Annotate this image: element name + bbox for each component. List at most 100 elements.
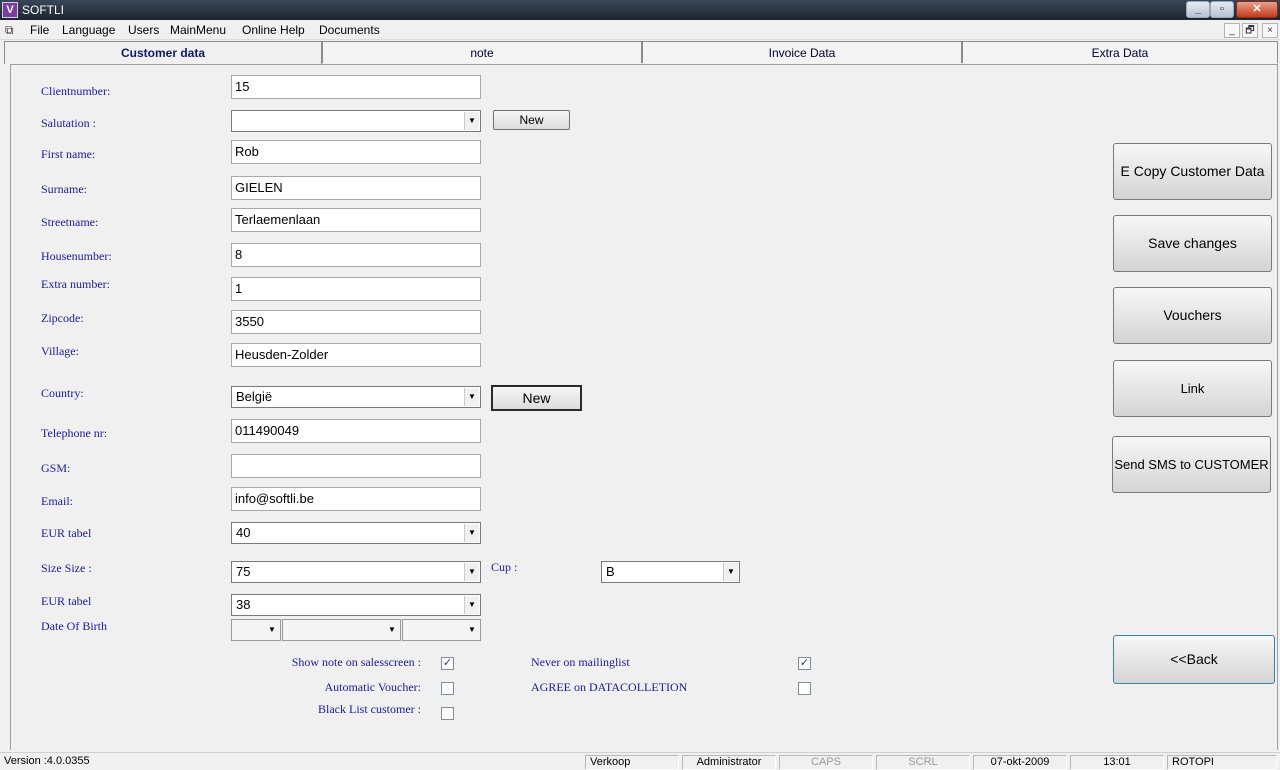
size-value: 75 (236, 564, 251, 579)
extra-number-field[interactable]: 1 (231, 277, 481, 301)
menu-language[interactable]: Language (62, 23, 115, 37)
clientnumber-field[interactable]: 15 (231, 75, 481, 99)
eur-tabel-value: 40 (236, 525, 251, 540)
time-panel: 13:01 (1070, 755, 1164, 770)
email-field[interactable]: info@softli.be (231, 487, 481, 511)
date-panel: 07-okt-2009 (973, 755, 1067, 770)
chevron-down-icon[interactable]: ▼ (464, 596, 479, 614)
close-button[interactable]: ✕ (1236, 1, 1278, 18)
show-note-label: Show note on salesscreen : (291, 655, 421, 669)
housenumber-label: Housenumber: (41, 249, 112, 263)
black-list-checkbox[interactable] (441, 707, 454, 720)
agree-datacollection-checkbox[interactable] (798, 682, 811, 695)
chevron-down-icon[interactable]: ▼ (464, 112, 479, 130)
date-of-birth-label: Date Of Birth (41, 619, 107, 633)
station-panel: ROTOPI (1167, 755, 1277, 770)
never-mailinglist-label: Never on mailinglist (531, 655, 630, 669)
country-select[interactable]: België ▼ (231, 386, 481, 408)
chevron-down-icon: ▼ (468, 625, 476, 634)
cup-value: B (606, 564, 615, 579)
caps-indicator: CAPS (779, 755, 873, 770)
title-bar: V SOFTLI _ ▫ ✕ (0, 0, 1280, 20)
birth-day-select[interactable]: ▼ (231, 619, 281, 641)
automatic-voucher-label: Automatic Voucher: (324, 680, 421, 694)
chevron-down-icon[interactable]: ▼ (464, 563, 479, 581)
tab-invoice-data[interactable]: Invoice Data (642, 41, 962, 63)
first-name-label: First name: (41, 147, 96, 161)
streetname-label: Streetname: (41, 215, 99, 229)
chevron-down-icon: ▼ (388, 625, 396, 634)
back-button[interactable]: <<Back (1113, 635, 1275, 684)
menu-users[interactable]: Users (128, 23, 159, 37)
chevron-down-icon[interactable]: ▼ (723, 563, 738, 581)
tab-extra-data[interactable]: Extra Data (962, 41, 1278, 63)
country-value: België (236, 389, 273, 404)
chevron-down-icon[interactable]: ▼ (464, 388, 479, 406)
country-label: Country: (41, 386, 84, 400)
menu-online-help[interactable]: Online Help (242, 23, 305, 37)
menu-file[interactable]: File (30, 23, 49, 37)
birth-month-select[interactable]: ▼ (282, 619, 401, 641)
surname-label: Surname: (41, 182, 87, 196)
vouchers-button[interactable]: Vouchers (1113, 287, 1272, 344)
chevron-down-icon[interactable]: ▼ (464, 524, 479, 542)
village-label: Village: (41, 344, 79, 358)
status-bar: Version :4.0.0355 Verkoop Administrator … (0, 752, 1280, 770)
salutation-label: Salutation : (41, 116, 96, 130)
never-mailinglist-checkbox[interactable]: ✓ (798, 657, 811, 670)
menu-mainmenu[interactable]: MainMenu (170, 23, 226, 37)
first-name-field[interactable]: Rob (231, 140, 481, 164)
scrl-indicator: SCRL (876, 755, 970, 770)
surname-field[interactable]: GIELEN (231, 176, 481, 200)
minimize-button[interactable]: _ (1186, 1, 1210, 18)
maximize-button[interactable]: ▫ (1210, 1, 1234, 18)
mdi-restore-button[interactable]: 🗗 (1242, 23, 1258, 38)
zipcode-field[interactable]: 3550 (231, 310, 481, 334)
menu-documents[interactable]: Documents (319, 23, 380, 37)
telephone-field[interactable]: 011490049 (231, 419, 481, 443)
mdi-minimize-button[interactable]: _ (1224, 23, 1240, 38)
window-menu-icon[interactable]: ⧉ (5, 23, 21, 37)
eur-tabel-label: EUR tabel (41, 526, 92, 540)
black-list-label: Black List customer : (318, 702, 421, 716)
salutation-select[interactable]: ▼ (231, 110, 481, 132)
link-button[interactable]: Link (1113, 360, 1272, 417)
tab-note[interactable]: note (322, 41, 642, 63)
tab-customer-data[interactable]: Customer data (4, 41, 322, 64)
menu-bar: ⧉ File Language Users MainMenu Online He… (0, 20, 1280, 40)
housenumber-field[interactable]: 8 (231, 243, 481, 267)
cup-select[interactable]: B ▼ (601, 561, 740, 583)
window-title: SOFTLI (22, 3, 65, 17)
gsm-label: GSM: (41, 461, 71, 475)
size-select[interactable]: 75 ▼ (231, 561, 481, 583)
birth-year-select[interactable]: ▼ (402, 619, 481, 641)
eur-tabel-value-2: 38 (236, 597, 251, 612)
eur-tabel-select[interactable]: 40 ▼ (231, 522, 481, 544)
mdi-close-button[interactable]: × (1262, 23, 1278, 38)
show-note-checkbox[interactable]: ✓ (441, 657, 454, 670)
streetname-field[interactable]: Terlaemenlaan (231, 208, 481, 232)
zipcode-label: Zipcode: (41, 311, 84, 325)
clientnumber-label: Clientnumber: (41, 84, 111, 98)
agree-datacollection-label: AGREE on DATACOLLETION (531, 680, 688, 694)
user-panel: Administrator (682, 755, 776, 770)
new-salutation-button[interactable]: New (493, 110, 570, 130)
tab-strip: Customer data note Invoice Data Extra Da… (0, 41, 1280, 64)
customer-data-panel (10, 64, 1278, 750)
village-field[interactable]: Heusden-Zolder (231, 343, 481, 367)
save-changes-button[interactable]: Save changes (1113, 215, 1272, 272)
size-label: Size Size : (41, 561, 92, 575)
eur-tabel-select-2[interactable]: 38 ▼ (231, 594, 481, 616)
gsm-field[interactable] (231, 454, 481, 478)
softli-logo-icon: V (2, 2, 18, 18)
cup-label: Cup : (491, 560, 518, 574)
email-label: Email: (41, 494, 73, 508)
automatic-voucher-checkbox[interactable] (441, 682, 454, 695)
new-country-button[interactable]: New (491, 385, 582, 411)
chevron-down-icon: ▼ (268, 625, 276, 634)
version-text: Version :4.0.0355 (4, 755, 90, 767)
copy-customer-data-button[interactable]: E Copy Customer Data (1113, 143, 1272, 200)
mode-panel: Verkoop (585, 755, 679, 770)
send-sms-button[interactable]: Send SMS to CUSTOMER (1112, 436, 1271, 493)
telephone-label: Telephone nr: (41, 426, 108, 440)
